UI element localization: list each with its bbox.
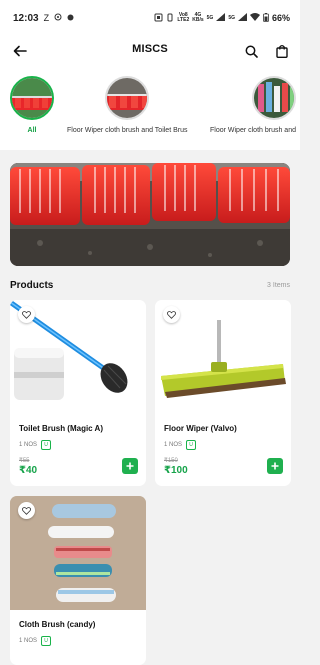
network-speed: 4G KB/s xyxy=(192,12,204,23)
category-all[interactable]: All xyxy=(10,76,54,134)
product-name: Cloth Brush (candy) xyxy=(19,620,96,629)
product-image xyxy=(10,496,146,610)
product-unit: 1 NOS xyxy=(19,638,38,644)
carrier-z-indicator: Z xyxy=(43,13,50,23)
sim1-type: 5G xyxy=(206,14,214,21)
products-header: Products 3 Items xyxy=(0,274,300,296)
promo-banner[interactable] xyxy=(10,163,290,266)
category-label: Floor Wiper cloth brush and Toilet Brus xyxy=(67,127,188,134)
product-card[interactable]: Cloth Brush (candy) 1 NOS U xyxy=(10,496,146,665)
product-tag: U xyxy=(41,440,52,450)
search-button[interactable] xyxy=(241,41,261,61)
category-thumbnail xyxy=(105,76,150,120)
product-card[interactable]: Toilet Brush (Magic A) 1 NOS U ₹55 ₹40 xyxy=(10,300,146,486)
product-unit: 1 NOS xyxy=(19,442,38,448)
status-time: 12:03 xyxy=(13,12,39,24)
product-card[interactable]: Floor Wiper (Valvo) 1 NOS U ₹150 ₹100 xyxy=(155,300,291,486)
category-floor-wiper[interactable]: Floor Wiper cloth brush and Toilet Brus xyxy=(67,76,187,134)
wishlist-button[interactable] xyxy=(18,306,35,323)
signal-strength-2-icon xyxy=(237,13,247,23)
product-image xyxy=(155,300,291,414)
wishlist-button[interactable] xyxy=(18,502,35,519)
battery-icon xyxy=(263,12,269,24)
wishlist-button[interactable] xyxy=(163,306,180,323)
heart-icon xyxy=(22,310,31,319)
signal-strength-icon xyxy=(216,13,226,23)
product-unit: 1 NOS xyxy=(164,442,183,448)
plus-icon xyxy=(271,462,279,470)
add-to-cart-button[interactable] xyxy=(267,458,283,474)
heart-icon xyxy=(22,506,31,515)
product-name: Floor Wiper (Valvo) xyxy=(164,424,237,433)
shopping-bag-icon xyxy=(276,45,288,58)
cart-button[interactable] xyxy=(272,41,292,61)
battery-percent: 66% xyxy=(271,13,290,23)
category-thumbnail xyxy=(252,76,296,120)
product-unit-row: 1 NOS U xyxy=(164,440,282,450)
product-price: ₹40 xyxy=(19,465,38,476)
product-unit-row: 1 NOS U xyxy=(19,440,137,450)
product-unit-row: 1 NOS U xyxy=(19,636,137,646)
volte-indicator: Vo8 LTE2 xyxy=(177,12,190,23)
products-title: Products xyxy=(10,279,54,291)
category-thumbnail xyxy=(10,76,54,120)
status-bar: 12:03 Z Vo8 LTE2 4G KB/s 5G 5G 66% xyxy=(0,0,300,36)
product-tag: U xyxy=(41,636,52,646)
product-tag: U xyxy=(186,440,197,450)
category-strip[interactable]: All Floor Wiper cloth brush and Toilet B… xyxy=(0,70,300,150)
alarm-icon xyxy=(154,13,163,24)
heart-icon xyxy=(167,310,176,319)
product-mrp: ₹150 xyxy=(164,458,178,464)
vibrate-icon xyxy=(166,13,174,24)
call-indicator-icon xyxy=(67,13,74,23)
app-header: MISCS xyxy=(0,36,300,70)
banner-image xyxy=(10,163,290,266)
plus-icon xyxy=(126,462,134,470)
add-to-cart-button[interactable] xyxy=(122,458,138,474)
category-label: Floor Wiper cloth brush and xyxy=(210,127,296,134)
product-price: ₹100 xyxy=(164,465,188,476)
product-name: Toilet Brush (Magic A) xyxy=(19,424,103,433)
category-floor-wiper-2[interactable]: Floor Wiper cloth brush and xyxy=(210,76,296,134)
product-image xyxy=(10,300,146,414)
products-count: 3 Items xyxy=(267,281,290,289)
wifi-icon xyxy=(249,13,260,23)
search-icon xyxy=(245,45,258,58)
category-label: All xyxy=(27,127,37,134)
notification-icon xyxy=(54,13,62,23)
product-mrp: ₹55 xyxy=(19,458,30,464)
sim2-type: 5G xyxy=(228,14,235,21)
